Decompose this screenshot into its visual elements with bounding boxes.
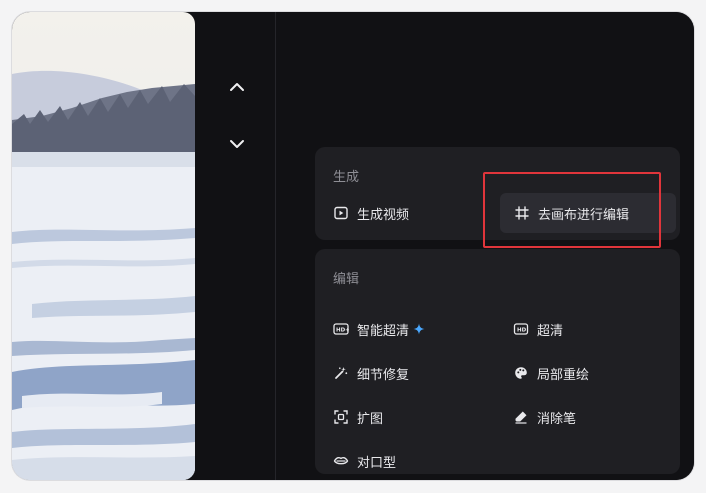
image-preview[interactable] <box>12 12 195 480</box>
winter-landscape-image <box>12 12 195 480</box>
app-window: 生成 生成视频 去画布进行编辑 编辑 HD+ 智能超清 HD 超清 细节修复 局… <box>12 12 694 480</box>
expand-image-button[interactable]: 扩图 <box>333 397 493 437</box>
eraser-icon <box>513 409 529 425</box>
expand-image-label: 扩图 <box>357 411 384 427</box>
lips-icon <box>333 453 349 469</box>
detail-repair-button[interactable]: 细节修复 <box>333 353 493 393</box>
svg-text:HD+: HD+ <box>336 328 349 334</box>
smart-hd-button[interactable]: HD+ 智能超清 <box>333 309 493 349</box>
chevron-up-icon[interactable] <box>225 75 249 99</box>
main-area: 生成 生成视频 去画布进行编辑 编辑 HD+ 智能超清 HD 超清 细节修复 局… <box>276 12 694 480</box>
edit-card: 编辑 HD+ 智能超清 HD 超清 细节修复 局部重绘 扩图 消除笔 对口型 <box>315 249 680 474</box>
lip-sync-button[interactable]: 对口型 <box>333 441 493 480</box>
lip-sync-label: 对口型 <box>357 455 397 471</box>
magic-wand-icon <box>333 365 349 381</box>
expand-icon <box>333 409 349 425</box>
chevron-down-icon[interactable] <box>225 132 249 156</box>
eraser-button[interactable]: 消除笔 <box>513 397 663 437</box>
hd-label: 超清 <box>537 323 564 339</box>
generate-section-title: 生成 <box>333 170 360 185</box>
edit-on-canvas-label: 去画布进行编辑 <box>538 207 630 223</box>
local-redraw-button[interactable]: 局部重绘 <box>513 353 663 393</box>
palette-icon <box>513 365 529 381</box>
eraser-label: 消除笔 <box>537 411 577 427</box>
hd-plus-icon: HD+ <box>333 321 349 337</box>
generate-video-label: 生成视频 <box>357 207 410 223</box>
hd-button[interactable]: HD 超清 <box>513 309 663 349</box>
detail-repair-label: 细节修复 <box>357 367 410 383</box>
play-video-icon <box>333 205 349 221</box>
smart-hd-label: 智能超清 <box>357 323 410 339</box>
sparkle-icon <box>413 323 425 335</box>
navigation-strip <box>195 12 276 480</box>
generate-card: 生成 生成视频 去画布进行编辑 <box>315 147 680 240</box>
hd-icon: HD <box>513 321 529 337</box>
canvas-crop-icon <box>514 205 530 221</box>
svg-text:HD: HD <box>517 328 527 334</box>
generate-video-button[interactable]: 生成视频 <box>333 193 483 233</box>
edit-on-canvas-button[interactable]: 去画布进行编辑 <box>500 193 676 233</box>
edit-section-title: 编辑 <box>333 272 360 287</box>
local-redraw-label: 局部重绘 <box>537 367 590 383</box>
